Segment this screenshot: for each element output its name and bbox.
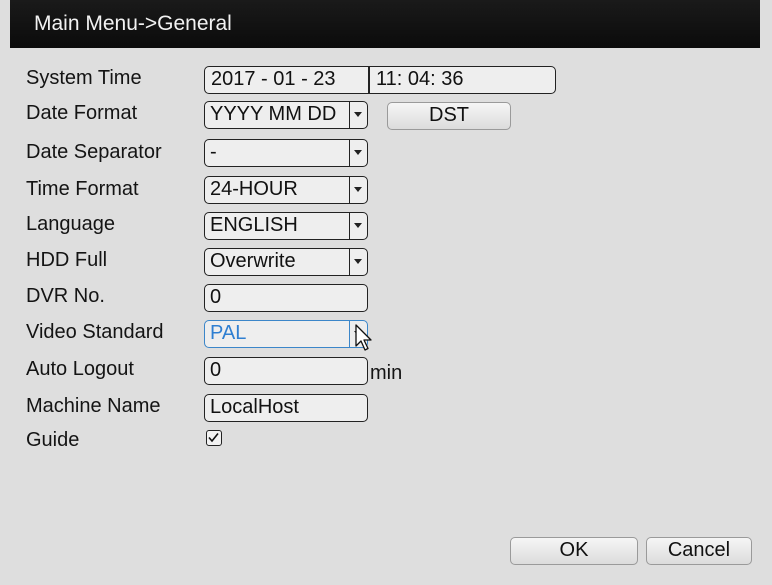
system-time-field[interactable]: 2017 - 01 - 23 11: 04: 36 (204, 66, 556, 94)
language-label: Language (26, 213, 115, 235)
date-format-value: YYYY MM DD (210, 103, 337, 125)
guide-checkbox[interactable] (206, 430, 222, 446)
cancel-button[interactable]: Cancel (646, 537, 752, 565)
mouse-pointer-icon (355, 324, 372, 351)
system-time-date[interactable]: 2017 - 01 - 23 (211, 67, 336, 92)
language-select[interactable]: ENGLISH (204, 212, 368, 240)
system-time-label: System Time (26, 67, 142, 89)
date-format-label: Date Format (26, 102, 138, 124)
main-menu-general-window: Main Menu->General System Time 2017 - 01… (0, 0, 772, 585)
auto-logout-label: Auto Logout (26, 358, 134, 380)
dvr-no-input[interactable]: 0 (204, 284, 368, 312)
hdd-full-label: HDD Full (26, 249, 108, 271)
ok-button[interactable]: OK (510, 537, 638, 565)
time-format-value: 24-HOUR (210, 178, 298, 200)
date-separator-label: Date Separator (26, 141, 162, 163)
system-time-divider (368, 67, 370, 93)
video-standard-select[interactable]: PAL (204, 320, 368, 348)
chevron-down-icon[interactable] (349, 140, 367, 166)
machine-name-input[interactable]: LocalHost (204, 394, 368, 422)
dvr-no-label: DVR No. (26, 285, 105, 307)
video-standard-label: Video Standard (26, 321, 164, 343)
check-icon (208, 433, 219, 443)
chevron-down-icon[interactable] (349, 249, 367, 275)
date-separator-select[interactable]: - (204, 139, 368, 167)
date-separator-value: - (210, 141, 217, 163)
chevron-down-icon[interactable] (349, 177, 367, 203)
chevron-down-icon[interactable] (349, 102, 367, 128)
window-title: Main Menu->General (34, 12, 232, 35)
auto-logout-input[interactable]: 0 (204, 357, 368, 385)
hdd-full-select[interactable]: Overwrite (204, 248, 368, 276)
time-format-label: Time Format (26, 178, 139, 200)
chevron-down-icon[interactable] (349, 213, 367, 239)
date-format-select[interactable]: YYYY MM DD (204, 101, 368, 129)
auto-logout-unit: min (370, 362, 403, 384)
video-standard-value: PAL (210, 322, 247, 344)
title-bar: Main Menu->General (10, 0, 760, 48)
guide-label: Guide (26, 429, 80, 451)
hdd-full-value: Overwrite (210, 250, 296, 272)
language-value: ENGLISH (210, 214, 298, 236)
system-time-time[interactable]: 11: 04: 36 (376, 67, 463, 92)
machine-name-label: Machine Name (26, 395, 161, 417)
time-format-select[interactable]: 24-HOUR (204, 176, 368, 204)
dst-button[interactable]: DST (387, 102, 511, 130)
